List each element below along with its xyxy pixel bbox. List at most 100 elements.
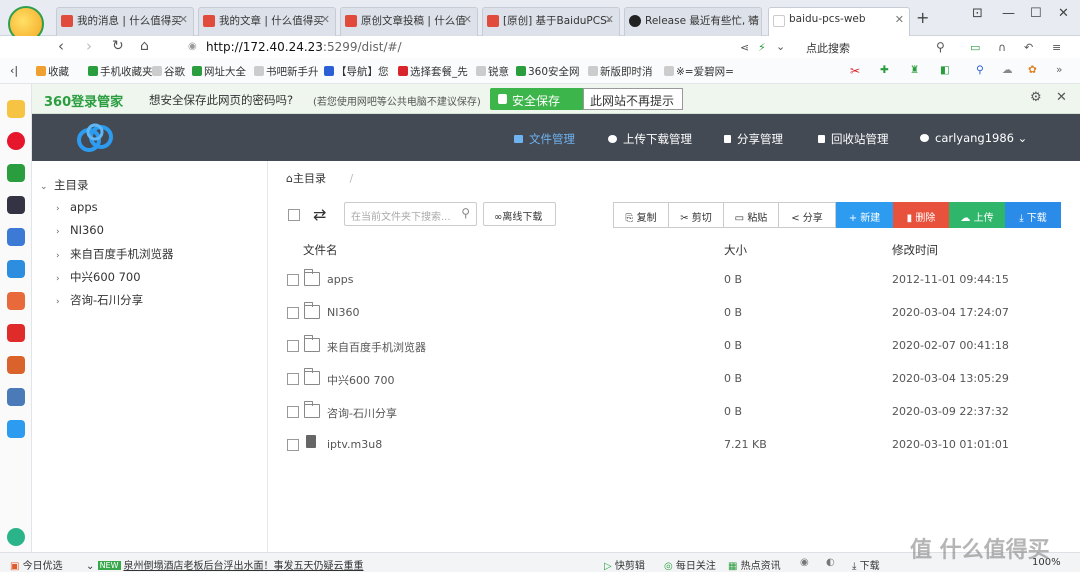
news-headline[interactable]: 泉州倒塌酒店老板后台浮出水面！事发五天仍疑云重重 [124,561,364,572]
new-tab-button[interactable]: + [916,8,929,27]
security-icon[interactable]: ◉ [188,41,197,52]
tab-close-icon[interactable]: ✕ [895,13,904,26]
app-icon[interactable] [7,196,25,214]
file-name[interactable]: 来自百度手机浏览器 [327,339,426,355]
bookmark-item[interactable]: 书吧新手升 [254,64,319,79]
shield-icon[interactable]: ♜ [910,64,919,76]
status-item[interactable]: ▷ 快剪辑 [604,557,645,572]
browser-search-input[interactable]: 点此搜索 [806,40,850,56]
nav-user-menu[interactable]: carlyang1986 ⌄ [920,131,1027,145]
swap-icon[interactable]: ⇄ [313,205,326,224]
paste-button[interactable]: ▭ 粘贴 [723,202,779,228]
tree-root[interactable]: ⌄ 主目录 [40,177,89,193]
minimize-button[interactable]: — [1002,6,1015,21]
table-row[interactable]: 中兴600 700 0 B 2020-03-04 13:05:29 [269,363,1080,396]
file-name[interactable]: NI360 [327,306,359,319]
headphone-icon[interactable]: ∩ [998,41,1006,54]
nav-transfer-manager[interactable]: 上传下载管理 [608,131,692,147]
status-item[interactable]: ▦ 热点资讯 [728,557,781,572]
copy-button[interactable]: ⎘ 复制 [613,202,669,228]
add-icon[interactable] [7,528,25,546]
home-icon[interactable]: ⌂ [286,172,293,185]
lightning-icon[interactable]: ⚡ [758,41,766,54]
browser-tab[interactable]: Release 最近有些忙, 请 ✕ [624,7,762,36]
tab-close-icon[interactable]: ✕ [747,13,756,26]
url-field[interactable]: http://172.40.24.23:5299/dist/#/ [206,40,402,54]
row-checkbox[interactable] [287,340,299,352]
never-prompt-button[interactable]: 此网站不再提示 [583,88,683,110]
bookmark-item[interactable]: 收藏 [36,64,69,79]
bookmark-item[interactable]: 锐意 [476,64,509,79]
tree-item[interactable]: › 中兴600 700 [56,269,141,285]
maximize-button[interactable]: ☐ [1030,6,1042,21]
tree-item[interactable]: › NI360 [56,223,104,237]
file-search-input[interactable]: 在当前文件夹下搜索... ⚲ [344,202,477,226]
download-button[interactable]: ⤓ 下载 [1005,202,1061,228]
nav-file-manager[interactable]: 文件管理 [514,131,575,147]
doc-icon[interactable] [7,228,25,246]
weibo-icon[interactable] [7,132,25,150]
tree-item[interactable]: › 咨询-石川分享 [56,292,143,308]
search-icon[interactable]: ⚲ [976,64,984,76]
today-picks[interactable]: ▣ 今日优选 [10,557,63,572]
bookmark-item[interactable]: ※=爱碧网= [664,64,734,79]
refresh-icon[interactable]: ↻ [112,38,124,54]
tab-close-icon[interactable]: ✕ [179,13,188,26]
bookmark-item[interactable]: 360安全网 [516,64,580,79]
game-icon[interactable]: ◧ [940,64,950,76]
close-icon[interactable]: ✕ [1056,90,1067,105]
speed-icon[interactable]: ◉ [800,557,809,568]
tab-close-icon[interactable]: ✕ [463,13,472,26]
browser-tab[interactable]: 我的消息 | 什么值得买 ✕ [56,7,194,36]
cloud-icon[interactable]: ☁ [1002,64,1013,76]
new-button[interactable]: + 新建 [836,202,893,228]
star-icon[interactable] [7,100,25,118]
chat-icon[interactable] [7,260,25,278]
bookmark-item[interactable]: 手机收藏夹 [88,64,153,79]
tree-item[interactable]: › 来自百度手机浏览器 [56,246,174,262]
scissors-icon[interactable]: ✂ [850,64,860,78]
delete-button[interactable]: ▮ 删除 [893,202,949,228]
table-row[interactable]: apps 0 B 2012-11-01 09:44:15 [269,264,1080,297]
browser-tab[interactable]: [原创] 基于BaiduPCS- ✕ [482,7,620,36]
undo-icon[interactable]: ↶ [1024,41,1033,54]
tab-close-icon[interactable]: ✕ [605,13,614,26]
nav-share-manager[interactable]: 分享管理 [724,131,783,147]
cut-button[interactable]: ✂ 剪切 [668,202,724,228]
status-item[interactable]: ◎ 每日关注 [664,557,716,572]
mail-icon[interactable] [7,164,25,182]
tree-item[interactable]: › apps [56,200,98,214]
file-name[interactable]: 中兴600 700 [327,372,395,388]
upload-button[interactable]: ☁ 上传 [949,202,1005,228]
file-name[interactable]: iptv.m3u8 [327,438,382,451]
share-icon[interactable]: ⋖ [740,41,749,54]
table-row[interactable]: iptv.m3u8 7.21 KB 2020-03-10 01:01:01 [269,429,1080,462]
battery-icon[interactable]: ▭ [970,41,980,54]
p-icon[interactable] [7,420,25,438]
bookmark-item[interactable]: 【导航】您 [324,64,389,79]
column-header-size[interactable]: 大小 [724,242,747,258]
bookmarks-toggle-icon[interactable]: ‹| [10,64,18,77]
column-header-name[interactable]: 文件名 [303,242,338,258]
row-checkbox[interactable] [287,406,299,418]
bookmark-item[interactable]: 网址大全 [192,64,246,79]
game-icon[interactable] [7,356,25,374]
table-row[interactable]: 咨询-石川分享 0 B 2020-03-09 22:37:32 [269,396,1080,429]
browser-tab[interactable]: 原创文章投稿 | 什么值 ✕ [340,7,478,36]
table-row[interactable]: 来自百度手机浏览器 0 B 2020-02-07 00:41:18 [269,330,1080,363]
tab-close-icon[interactable]: ✕ [321,13,330,26]
back-icon[interactable]: ‹ [58,37,64,55]
select-all-checkbox[interactable] [288,209,300,221]
menu-icon[interactable]: ≡ [1052,41,1061,54]
browser-tab[interactable]: 我的文章 | 什么值得买 ✕ [198,7,336,36]
nav-recycle-bin[interactable]: 回收站管理 [818,131,889,147]
leaf-icon[interactable]: ✿ [1028,64,1037,76]
search-icon[interactable]: ⚲ [461,206,470,220]
table-row[interactable]: NI360 0 B 2020-03-04 17:24:07 [269,297,1080,330]
gear-icon[interactable]: ⚙ [1030,90,1042,105]
status-item[interactable]: ⤓ 下载 [852,557,880,572]
bookmark-item[interactable]: 谷歌 [152,64,185,79]
row-checkbox[interactable] [287,307,299,319]
news-ticker[interactable]: ⌄ NEW 泉州倒塌酒店老板后台浮出水面！事发五天仍疑云重重 [86,557,364,572]
bookmark-item[interactable]: 选择套餐_先 [398,64,468,79]
